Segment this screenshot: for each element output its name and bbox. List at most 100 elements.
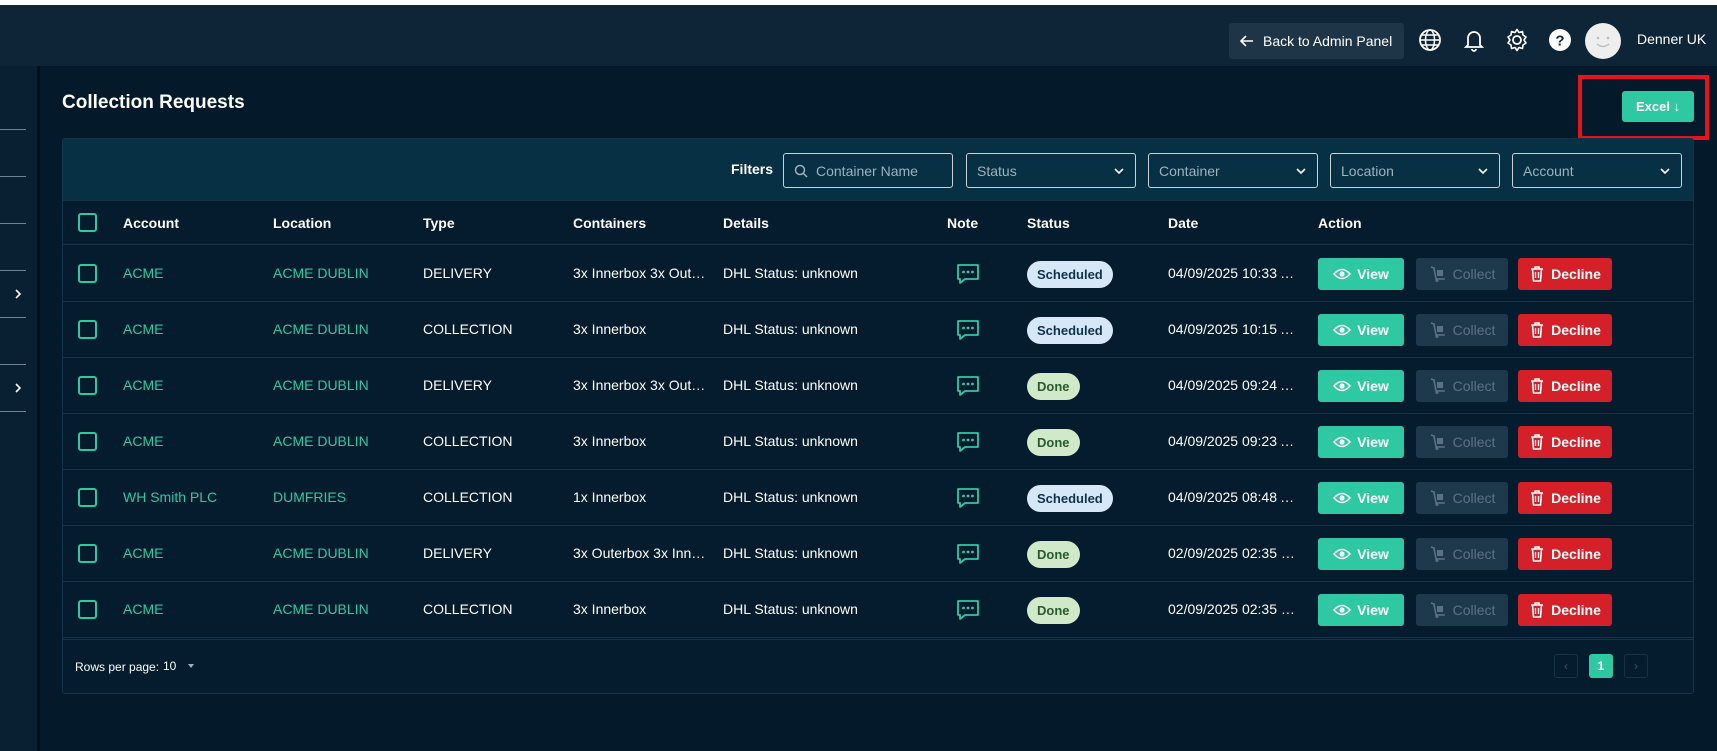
note-comment-icon[interactable]: [955, 317, 981, 343]
column-header-containers[interactable]: Containers: [573, 215, 646, 231]
caret-down-icon: [188, 664, 195, 668]
row-checkbox[interactable]: [78, 600, 97, 619]
type-cell: COLLECTION: [423, 489, 513, 505]
row-checkbox[interactable]: [78, 488, 97, 507]
arrow-left-icon: [1239, 35, 1253, 47]
page-title: Collection Requests: [62, 92, 245, 113]
note-comment-icon[interactable]: [955, 429, 981, 455]
view-button[interactable]: View: [1318, 538, 1404, 570]
collect-button[interactable]: Collect: [1416, 426, 1508, 458]
account-link[interactable]: WH Smith PLC: [123, 489, 263, 505]
row-checkbox[interactable]: [78, 320, 97, 339]
next-page-button[interactable]: ›: [1624, 654, 1648, 678]
decline-button[interactable]: Decline: [1518, 314, 1612, 346]
column-header-details[interactable]: Details: [723, 215, 769, 231]
location-link[interactable]: DUMFRIES: [273, 489, 413, 505]
row-checkbox[interactable]: [78, 376, 97, 395]
back-to-admin-button[interactable]: Back to Admin Panel: [1229, 23, 1404, 59]
status-filter[interactable]: Status: [966, 153, 1136, 188]
location-link[interactable]: ACME DUBLIN: [273, 321, 413, 337]
decline-button[interactable]: Decline: [1518, 538, 1612, 570]
location-link[interactable]: ACME DUBLIN: [273, 265, 413, 281]
chevron-right-icon[interactable]: [12, 288, 24, 300]
eye-icon: [1333, 268, 1352, 280]
containers-cell: 1x Innerbox: [573, 489, 647, 505]
collect-label: Collect: [1452, 434, 1496, 450]
account-link[interactable]: ACME: [123, 601, 263, 617]
account-link[interactable]: ACME: [123, 433, 263, 449]
globe-icon[interactable]: [1417, 27, 1443, 53]
avatar[interactable]: [1585, 23, 1621, 59]
account-link[interactable]: ACME: [123, 377, 263, 393]
decline-button[interactable]: Decline: [1518, 594, 1612, 626]
help-icon[interactable]: ?: [1547, 27, 1573, 53]
note-comment-icon[interactable]: [955, 261, 981, 287]
row-checkbox[interactable]: [78, 432, 97, 451]
container-name-input[interactable]: [816, 162, 946, 179]
rows-per-page-select[interactable]: 10: [163, 659, 196, 673]
location-filter[interactable]: Location: [1330, 153, 1500, 188]
trash-icon: [1531, 266, 1544, 282]
decline-button[interactable]: Decline: [1518, 258, 1612, 290]
collect-button[interactable]: Collect: [1416, 594, 1508, 626]
note-comment-icon[interactable]: [955, 485, 981, 511]
chevron-right-icon[interactable]: [12, 382, 24, 394]
column-header-date[interactable]: Date: [1168, 215, 1198, 231]
location-link[interactable]: ACME DUBLIN: [273, 545, 413, 561]
container-name-search[interactable]: [783, 153, 953, 188]
date-cell: 02/09/2025 02:35 PM: [1168, 601, 1298, 617]
table-row: ACME ACME DUBLIN DELIVERY 3x Innerbox 3x…: [63, 358, 1693, 414]
location-link[interactable]: ACME DUBLIN: [273, 377, 413, 393]
view-button[interactable]: View: [1318, 370, 1404, 402]
location-link[interactable]: ACME DUBLIN: [273, 601, 413, 617]
collect-button[interactable]: Collect: [1416, 314, 1508, 346]
gear-icon[interactable]: [1504, 27, 1530, 53]
decline-button[interactable]: Decline: [1518, 426, 1612, 458]
note-comment-icon[interactable]: [955, 597, 981, 623]
collect-button[interactable]: Collect: [1416, 538, 1508, 570]
details-cell: DHL Status: unknown: [723, 433, 858, 449]
highlight-box: [1578, 75, 1709, 140]
collect-button[interactable]: Collect: [1416, 258, 1508, 290]
collect-button[interactable]: Collect: [1416, 370, 1508, 402]
current-page-button[interactable]: 1: [1589, 654, 1613, 678]
view-label: View: [1357, 266, 1389, 282]
column-header-account[interactable]: Account: [123, 215, 179, 231]
sidebar-divider: [0, 364, 26, 365]
select-all-checkbox[interactable]: [78, 213, 97, 232]
table-row: ACME ACME DUBLIN COLLECTION 3x Innerbox …: [63, 582, 1693, 638]
view-button[interactable]: View: [1318, 482, 1404, 514]
view-button[interactable]: View: [1318, 258, 1404, 290]
note-comment-icon[interactable]: [955, 373, 981, 399]
column-header-type[interactable]: Type: [423, 215, 455, 231]
decline-button[interactable]: Decline: [1518, 370, 1612, 402]
table-row: ACME ACME DUBLIN COLLECTION 3x Innerbox …: [63, 414, 1693, 470]
previous-page-button[interactable]: ‹: [1554, 654, 1578, 678]
dolly-icon: [1430, 378, 1445, 394]
decline-button[interactable]: Decline: [1518, 482, 1612, 514]
view-button[interactable]: View: [1318, 594, 1404, 626]
container-filter[interactable]: Container: [1148, 153, 1318, 188]
account-filter[interactable]: Account: [1512, 153, 1682, 188]
bell-icon[interactable]: [1461, 27, 1487, 53]
location-link[interactable]: ACME DUBLIN: [273, 433, 413, 449]
row-checkbox[interactable]: [78, 264, 97, 283]
column-header-location[interactable]: Location: [273, 215, 331, 231]
column-header-note[interactable]: Note: [947, 215, 978, 231]
collect-label: Collect: [1452, 602, 1496, 618]
view-button[interactable]: View: [1318, 314, 1404, 346]
column-header-status[interactable]: Status: [1027, 215, 1070, 231]
collect-button[interactable]: Collect: [1416, 482, 1508, 514]
status-badge: Done: [1027, 373, 1080, 400]
account-link[interactable]: ACME: [123, 265, 263, 281]
table-row: WH Smith PLC DUMFRIES COLLECTION 1x Inne…: [63, 470, 1693, 526]
account-link[interactable]: ACME: [123, 321, 263, 337]
decline-label: Decline: [1551, 434, 1601, 450]
account-link[interactable]: ACME: [123, 545, 263, 561]
username[interactable]: Denner UK: [1637, 31, 1706, 47]
containers-cell: 3x Innerbox: [573, 321, 647, 337]
collect-label: Collect: [1452, 490, 1496, 506]
row-checkbox[interactable]: [78, 544, 97, 563]
note-comment-icon[interactable]: [955, 541, 981, 567]
view-button[interactable]: View: [1318, 426, 1404, 458]
